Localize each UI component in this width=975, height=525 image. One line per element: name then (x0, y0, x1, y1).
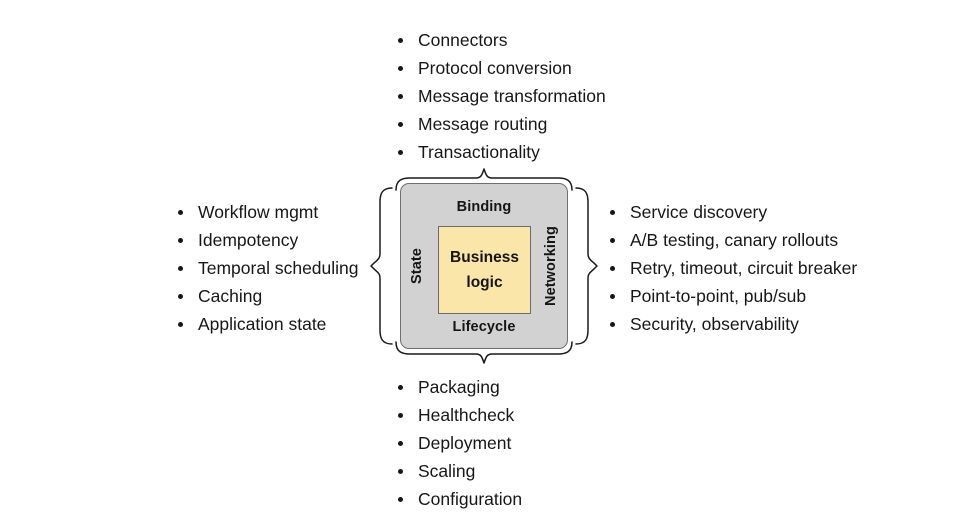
outer-runtime-box: Binding State Networking Lifecycle Busin… (400, 183, 568, 349)
list-item: Transactionality (392, 138, 606, 166)
edge-label-binding: Binding (456, 199, 512, 215)
networking-capability-list: Service discovery A/B testing, canary rol… (604, 198, 857, 338)
list-item: Healthcheck (392, 401, 522, 429)
list-item: Protocol conversion (392, 54, 606, 82)
list-item: Idempotency (172, 226, 359, 254)
diagram-canvas: Binding State Networking Lifecycle Busin… (0, 0, 975, 525)
brace-right (575, 187, 598, 345)
lifecycle-capability-list: Packaging Healthcheck Deployment Scaling Con… (392, 373, 522, 513)
list-item: Service discovery (604, 198, 857, 226)
list-item: Scaling (392, 457, 522, 485)
edge-label-state: State (409, 248, 425, 284)
list-item: Temporal scheduling (172, 254, 359, 282)
brace-left (370, 187, 393, 345)
list-item: Packaging (392, 373, 522, 401)
binding-capability-list: Connectors Protocol conversion Message tra… (392, 26, 606, 166)
list-item: Application state (172, 310, 359, 338)
list-item: Message routing (392, 110, 606, 138)
state-capability-list: Workflow mgmt Idempotency Temporal schedul… (172, 198, 359, 338)
list-item: Message transformation (392, 82, 606, 110)
edge-label-lifecycle: Lifecycle (452, 319, 516, 335)
business-logic-label: Business logic (450, 249, 519, 291)
list-item: A/B testing, canary rollouts (604, 226, 857, 254)
list-item: Workflow mgmt (172, 198, 359, 226)
list-item: Configuration (392, 485, 522, 513)
list-item: Deployment (392, 429, 522, 457)
business-logic-box: Business logic (438, 226, 531, 314)
list-item: Connectors (392, 26, 606, 54)
list-item: Security, observability (604, 310, 857, 338)
list-item: Point-to-point, pub/sub (604, 282, 857, 310)
list-item: Retry, timeout, circuit breaker (604, 254, 857, 282)
list-item: Caching (172, 282, 359, 310)
edge-label-networking: Networking (543, 226, 559, 306)
